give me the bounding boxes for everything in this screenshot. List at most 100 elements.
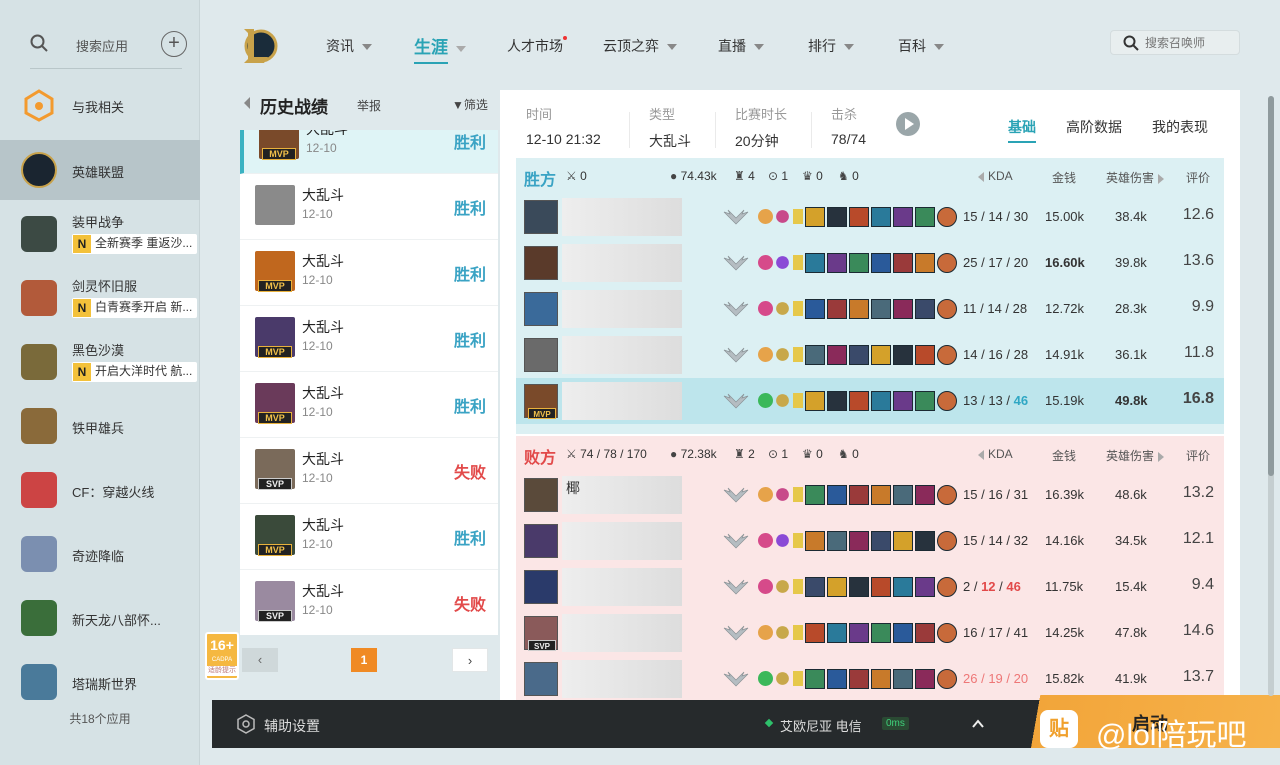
player-row[interactable]: MVP 13 / 13 / 46 15.19k 49.8k 16.8 [516, 378, 1224, 424]
match-row[interactable]: MVP 大乱斗 12-10 胜利 [240, 130, 498, 174]
player-row[interactable]: 25 / 17 / 20 16.60k 39.8k 13.6 [516, 240, 1224, 286]
detail-tab[interactable]: 我的表现 [1152, 117, 1208, 137]
mvp-badge: MVP [262, 148, 296, 160]
server-select[interactable]: 艾欧尼亚 电信 [780, 716, 862, 735]
item-icon [915, 253, 935, 273]
player-row[interactable]: 15 / 14 / 32 14.16k 34.5k 12.1 [516, 518, 1224, 564]
column-header-rating[interactable]: 评价 [1186, 447, 1210, 464]
detail-tab[interactable]: 基础 [1008, 117, 1036, 143]
divider [629, 112, 630, 148]
team-stat-value: 0 [852, 447, 859, 461]
filter-button[interactable]: ▼筛选 [452, 96, 488, 113]
match-row[interactable]: SVP 大乱斗 12-10 失败 [240, 438, 498, 504]
app-search-label: 搜索应用 [76, 39, 129, 54]
replay-play-icon[interactable] [896, 112, 920, 136]
sidebar-item-notice: N 开启大洋时代 航... [72, 362, 197, 382]
kda-kills: 16 [963, 625, 978, 640]
kda-assists: 20 [1013, 671, 1029, 686]
nav-item[interactable]: 排行 [808, 36, 854, 56]
summoner-search-input[interactable] [1145, 34, 1235, 52]
add-app-button[interactable]: + [161, 31, 187, 57]
item-icon [849, 253, 869, 273]
top-nav: 资讯 生涯 人才市场 云顶之弈 直播 排行 百科 [200, 0, 1280, 88]
back-arrow-icon[interactable] [244, 97, 250, 109]
inhibitor-icon: ⊙ [768, 447, 782, 461]
column-header-damage[interactable]: 英雄伤害 [1106, 447, 1165, 464]
detail-tab[interactable]: 高阶数据 [1066, 117, 1122, 137]
summoner-spell-icon [793, 579, 803, 594]
sidebar-item[interactable]: 塔瑞斯世界 [0, 652, 200, 712]
player-row[interactable]: 2 / 12 / 46 11.75k 15.4k 9.4 [516, 564, 1224, 610]
match-history-list: MVP大乱斗12-10胜利大乱斗12-10胜利MVP大乱斗12-10胜利MVP大… [240, 130, 498, 635]
column-header-kda[interactable]: KDA [978, 169, 1013, 183]
match-date: 12-10 [302, 207, 333, 221]
lol-logo-icon[interactable] [240, 25, 278, 65]
item-icon [827, 577, 847, 597]
nav-item[interactable]: 资讯 [326, 36, 372, 56]
miracle-icon [21, 536, 57, 572]
nav-item[interactable]: 直播 [718, 36, 764, 56]
next-page-button[interactable]: › [452, 648, 488, 672]
for-honor-icon [21, 408, 57, 444]
sidebar-item-notice: N 全新赛季 重返沙... [72, 234, 197, 254]
chevron-down-icon [754, 44, 764, 51]
match-row[interactable]: 大乱斗 12-10 胜利 [240, 174, 498, 240]
match-row[interactable]: MVP 大乱斗 12-10 胜利 [240, 372, 498, 438]
champion-avatar [524, 246, 558, 280]
lol-icon [21, 152, 57, 188]
player-row[interactable]: 14 / 16 / 28 14.91k 36.1k 11.8 [516, 332, 1224, 378]
nav-item[interactable]: 人才市场 [507, 36, 567, 56]
nav-item[interactable]: 云顶之弈 [603, 36, 677, 56]
current-page[interactable]: 1 [351, 648, 377, 672]
column-header-rating[interactable]: 评价 [1186, 169, 1210, 186]
kda-kills: 15 [963, 209, 978, 224]
assist-settings-button[interactable]: 辅助设置 [264, 716, 320, 736]
match-row[interactable]: SVP 大乱斗 12-10 失败 [240, 570, 498, 635]
prev-page-button[interactable]: ‹ [242, 648, 278, 672]
column-header-damage[interactable]: 英雄伤害 [1106, 169, 1165, 186]
sidebar-item[interactable]: 新天龙八部怀... [0, 588, 200, 648]
nav-item[interactable]: 生涯 [414, 33, 466, 64]
column-header-gold[interactable]: 金钱 [1052, 169, 1076, 186]
rating-value: 14.6 [1182, 622, 1214, 639]
match-date: 12-10 [306, 141, 337, 155]
sidebar-item[interactable]: 剑灵怀旧服 N 白青赛季开启 新... [0, 268, 200, 328]
team-stat-towers: ♜ 4 [734, 169, 755, 183]
summoner-search[interactable] [1110, 30, 1240, 55]
player-row[interactable]: 11 / 14 / 28 12.72k 28.3k 9.9 [516, 286, 1224, 332]
match-row[interactable]: MVP 大乱斗 12-10 胜利 [240, 306, 498, 372]
team-stat-inhib: ⊙ 1 [768, 169, 788, 183]
team-stat-value: 1 [781, 447, 789, 461]
item-icon [893, 485, 913, 505]
column-header-kda[interactable]: KDA [978, 447, 1013, 461]
report-button[interactable]: 举报 [357, 97, 381, 114]
nav-item[interactable]: 百科 [898, 36, 944, 56]
sidebar-item[interactable]: 奇迹降临 [0, 524, 200, 584]
sidebar-item[interactable]: 与我相关 [0, 75, 200, 135]
scrollbar[interactable] [1268, 96, 1274, 696]
sidebar-item[interactable]: 铁甲雄兵 [0, 396, 200, 456]
item-icon [805, 669, 825, 689]
column-header-gold[interactable]: 金钱 [1052, 447, 1076, 464]
item-icon [827, 299, 847, 319]
sidebar-item[interactable]: 黑色沙漠 N 开启大洋时代 航... [0, 332, 200, 392]
match-row[interactable]: MVP 大乱斗 12-10 胜利 [240, 240, 498, 306]
scrollbar-thumb[interactable] [1268, 96, 1274, 476]
chevron-up-icon[interactable] [972, 718, 984, 730]
sidebar-item[interactable]: CF：穿越火线 [0, 460, 200, 520]
sidebar-item[interactable]: 英雄联盟 [0, 140, 200, 200]
column-header-label: 评价 [1186, 449, 1211, 463]
damage-value: 28.3k [1115, 301, 1147, 316]
player-row[interactable]: SVP 16 / 17 / 41 14.25k 47.8k 14.6 [516, 610, 1224, 656]
match-row[interactable]: MVP 大乱斗 12-10 胜利 [240, 504, 498, 570]
item-icon [827, 345, 847, 365]
notice-text: 白青赛季开启 新... [95, 300, 193, 314]
item-icon [915, 345, 935, 365]
player-row[interactable]: 15 / 14 / 30 15.00k 38.4k 12.6 [516, 194, 1224, 240]
item-icon [827, 531, 847, 551]
sidebar-item[interactable]: 装甲战争 N 全新赛季 重返沙... [0, 204, 200, 264]
rating-value: 13.7 [1182, 668, 1214, 685]
player-row[interactable]: 椰 15 / 16 / 31 16.39k 48.6k 13.2 [516, 472, 1224, 518]
gold-value: 16.39k [1045, 487, 1085, 502]
team-stat-value: 0 [816, 447, 823, 461]
